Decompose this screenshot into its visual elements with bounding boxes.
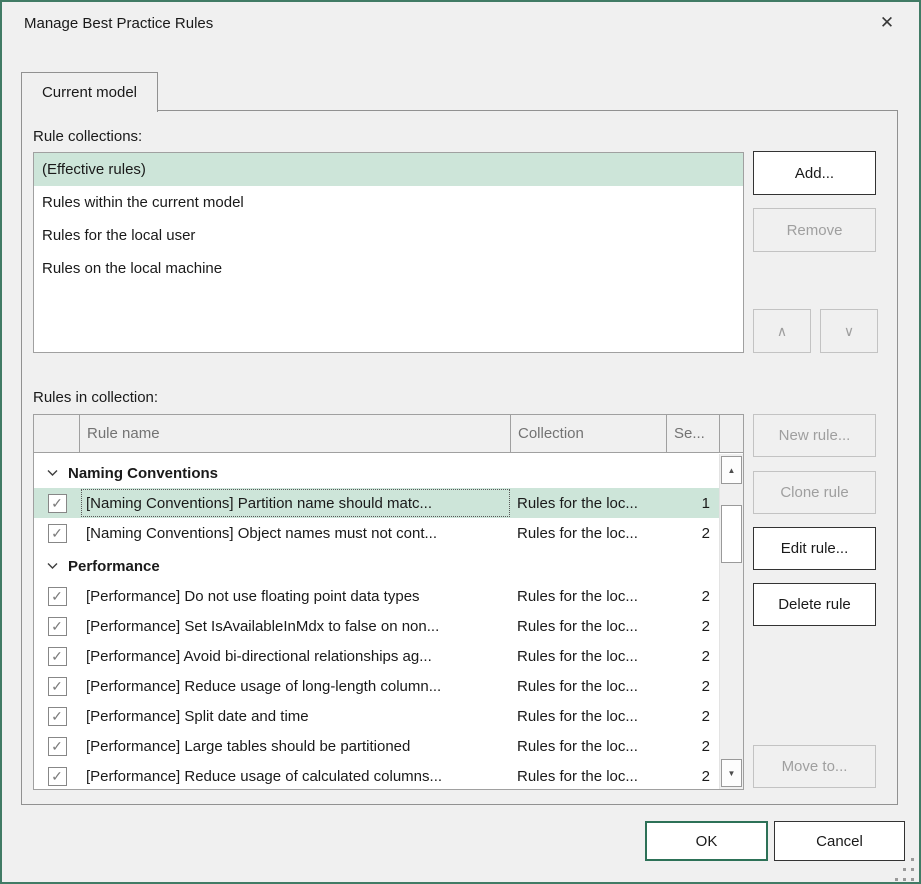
rule-row[interactable]: ✓ [Performance] Large tables should be pa… xyxy=(34,731,719,761)
rule-checkbox[interactable]: ✓ xyxy=(48,587,67,606)
header-checkbox-column xyxy=(34,415,80,452)
tab-current-model[interactable]: Current model xyxy=(21,72,158,112)
rule-row[interactable]: ✓ [Performance] Reduce usage of long-leng… xyxy=(34,671,719,701)
rule-severity-cell: 2 xyxy=(667,701,719,731)
cancel-button[interactable]: Cancel xyxy=(774,821,905,861)
rule-row[interactable]: ✓ [Performance] Set IsAvailableInMdx to f… xyxy=(34,611,719,641)
collection-list-item[interactable]: Rules within the current model xyxy=(34,186,743,219)
rule-row[interactable]: ✓ [Naming Conventions] Object names must … xyxy=(34,518,719,548)
group-name: Naming Conventions xyxy=(68,465,218,482)
group-row[interactable]: Performance xyxy=(34,551,719,581)
rules-table: Rule name Collection Se... Naming Conven… xyxy=(33,414,744,790)
rule-collection-cell: Rules for the loc... xyxy=(511,731,667,761)
manage-best-practice-rules-dialog: Manage Best Practice Rules ✕ Current mod… xyxy=(0,0,921,884)
rule-checkbox-cell: ✓ xyxy=(34,611,80,641)
chevron-down-icon xyxy=(47,469,58,477)
move-to-button[interactable]: Move to... xyxy=(753,745,876,788)
scroll-up-icon[interactable]: ▲ xyxy=(721,456,742,484)
collection-list-item[interactable]: Rules on the local machine xyxy=(34,252,743,285)
rule-checkbox[interactable]: ✓ xyxy=(48,524,67,543)
clone-rule-button[interactable]: Clone rule xyxy=(753,471,876,514)
rules-in-collection-label: Rules in collection: xyxy=(33,389,158,409)
rule-name-cell[interactable]: [Performance] Reduce usage of calculated… xyxy=(80,761,511,789)
rules-table-header: Rule name Collection Se... xyxy=(34,415,743,453)
rule-checkbox-cell: ✓ xyxy=(34,518,80,548)
scrollbar-thumb[interactable] xyxy=(721,505,742,563)
rule-name-cell[interactable]: [Naming Conventions] Object names must n… xyxy=(80,518,511,548)
rule-checkbox-cell: ✓ xyxy=(34,671,80,701)
rule-row[interactable]: ✓ [Performance] Split date and timeRules … xyxy=(34,701,719,731)
rule-name-cell[interactable]: [Performance] Set IsAvailableInMdx to fa… xyxy=(80,611,511,641)
rule-checkbox[interactable]: ✓ xyxy=(48,647,67,666)
rule-row[interactable]: ✓ [Performance] Do not use floating point… xyxy=(34,581,719,611)
move-up-button[interactable]: ∧ xyxy=(753,309,811,353)
tab-label: Current model xyxy=(42,84,137,101)
rule-name-cell[interactable]: [Performance] Reduce usage of long-lengt… xyxy=(80,671,511,701)
rule-severity-cell: 1 xyxy=(667,488,719,518)
new-rule-button[interactable]: New rule... xyxy=(753,414,876,457)
scroll-down-icon[interactable]: ▼ xyxy=(721,759,742,787)
resize-grip[interactable] xyxy=(892,855,918,881)
rule-severity-cell: 2 xyxy=(667,611,719,641)
rule-collection-cell: Rules for the loc... xyxy=(511,611,667,641)
edit-rule-button[interactable]: Edit rule... xyxy=(753,527,876,570)
rule-severity-cell: 2 xyxy=(667,641,719,671)
rule-checkbox[interactable]: ✓ xyxy=(48,617,67,636)
header-severity[interactable]: Se... xyxy=(667,415,720,452)
collection-list-item[interactable]: (Effective rules) xyxy=(34,153,743,186)
rule-name-cell[interactable]: [Performance] Do not use floating point … xyxy=(80,581,511,611)
rule-checkbox-cell: ✓ xyxy=(34,701,80,731)
move-down-button[interactable]: ∨ xyxy=(820,309,878,353)
rule-collections-label: Rule collections: xyxy=(33,128,142,148)
rule-name-cell[interactable]: [Performance] Avoid bi-directional relat… xyxy=(80,641,511,671)
rule-collection-cell: Rules for the loc... xyxy=(511,761,667,789)
header-rule-name[interactable]: Rule name xyxy=(80,415,511,452)
rule-checkbox[interactable]: ✓ xyxy=(48,494,67,513)
group-name: Performance xyxy=(68,558,160,575)
rule-collection-cell: Rules for the loc... xyxy=(511,671,667,701)
delete-rule-button[interactable]: Delete rule xyxy=(753,583,876,626)
rule-checkbox[interactable]: ✓ xyxy=(48,677,67,696)
close-icon[interactable]: ✕ xyxy=(866,6,908,40)
rules-table-body: Naming Conventions✓[Naming Conventions] … xyxy=(34,454,719,789)
rule-name-cell[interactable]: [Naming Conventions] Partition name shou… xyxy=(80,488,511,518)
rule-checkbox[interactable]: ✓ xyxy=(48,767,67,786)
rule-row[interactable]: ✓ [Performance] Avoid bi-directional rela… xyxy=(34,641,719,671)
add-button[interactable]: Add... xyxy=(753,151,876,195)
rule-checkbox-cell: ✓ xyxy=(34,488,80,518)
chevron-down-icon xyxy=(47,562,58,570)
vertical-scrollbar[interactable]: ▲ ▼ xyxy=(719,454,743,789)
rule-checkbox-cell: ✓ xyxy=(34,761,80,789)
group-row[interactable]: Naming Conventions xyxy=(34,458,719,488)
dialog-title: Manage Best Practice Rules xyxy=(24,15,213,32)
rule-row[interactable]: ✓ [Performance] Reduce usage of calculate… xyxy=(34,761,719,789)
rule-checkbox-cell: ✓ xyxy=(34,581,80,611)
rule-checkbox-cell: ✓ xyxy=(34,641,80,671)
rule-severity-cell: 2 xyxy=(667,581,719,611)
rule-severity-cell: 2 xyxy=(667,761,719,789)
rule-collection-cell: Rules for the loc... xyxy=(511,701,667,731)
rule-checkbox-cell: ✓ xyxy=(34,731,80,761)
rule-collection-cell: Rules for the loc... xyxy=(511,488,667,518)
rule-name-cell[interactable]: [Performance] Large tables should be par… xyxy=(80,731,511,761)
rule-name-cell[interactable]: [Performance] Split date and time xyxy=(80,701,511,731)
rule-collection-cell: Rules for the loc... xyxy=(511,641,667,671)
rule-severity-cell: 2 xyxy=(667,518,719,548)
rule-collections-list: (Effective rules)Rules within the curren… xyxy=(33,152,744,353)
remove-button[interactable]: Remove xyxy=(753,208,876,252)
collection-list-item[interactable]: Rules for the local user xyxy=(34,219,743,252)
header-collection[interactable]: Collection xyxy=(511,415,667,452)
rule-collection-cell: Rules for the loc... xyxy=(511,581,667,611)
header-stub xyxy=(720,415,743,452)
rule-collection-cell: Rules for the loc... xyxy=(511,518,667,548)
rule-checkbox[interactable]: ✓ xyxy=(48,707,67,726)
rule-severity-cell: 2 xyxy=(667,671,719,701)
rule-checkbox[interactable]: ✓ xyxy=(48,737,67,756)
rule-severity-cell: 2 xyxy=(667,731,719,761)
rule-row[interactable]: ✓ [Naming Conventions] Partition name sho… xyxy=(34,488,719,518)
ok-button[interactable]: OK xyxy=(645,821,768,861)
